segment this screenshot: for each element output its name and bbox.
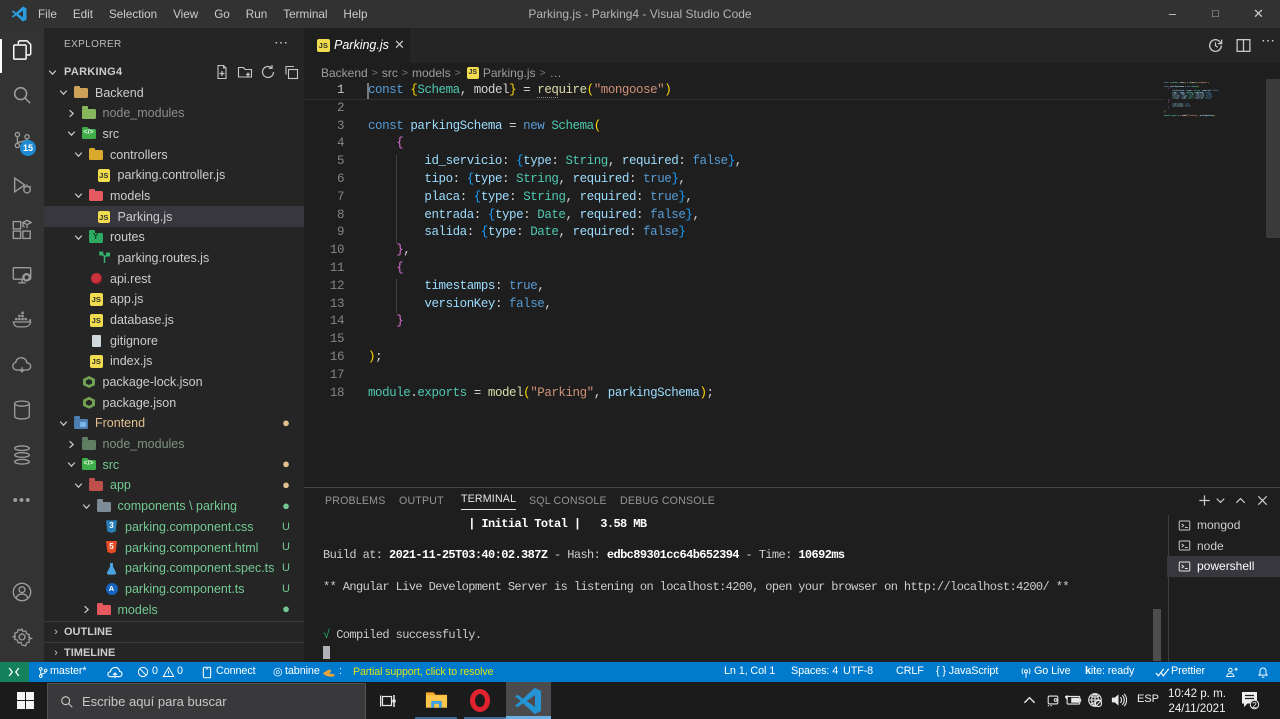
svg-text:2: 2 <box>1252 700 1257 710</box>
